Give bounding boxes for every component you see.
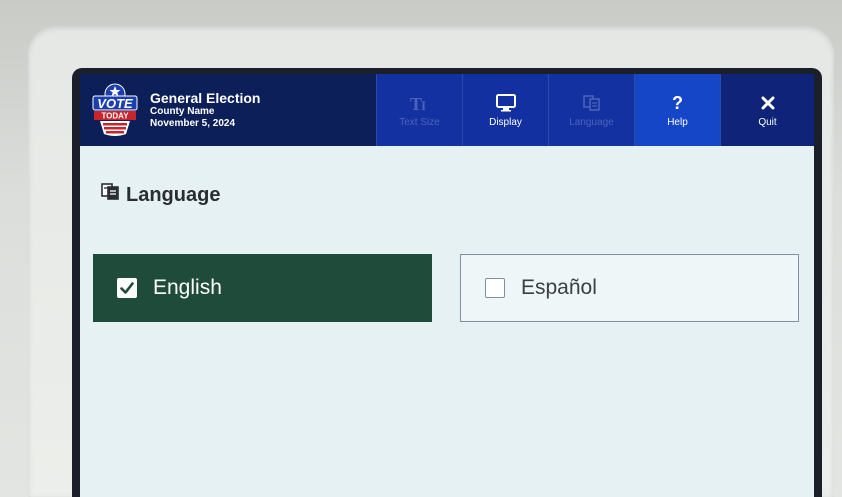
display-button[interactable]: Display (462, 74, 548, 146)
screen: VOTE TODAY General Election County Name … (80, 74, 814, 497)
language-option-english[interactable]: English (93, 254, 432, 322)
svg-text:VOTE: VOTE (97, 96, 133, 111)
text-size-button[interactable]: T I Text Size (376, 74, 462, 146)
help-label: Help (667, 117, 688, 128)
help-button[interactable]: ? Help (634, 74, 720, 146)
content-area: Language English Español (80, 146, 814, 497)
espanol-checkbox[interactable] (485, 278, 505, 298)
language-button[interactable]: Language (548, 74, 634, 146)
espanol-label: Español (521, 276, 597, 299)
language-option-espanol[interactable]: Español (460, 254, 799, 322)
language-icon (581, 92, 603, 114)
text-size-icon: T I (409, 92, 431, 114)
quit-button[interactable]: Quit (720, 74, 814, 146)
question-icon: ? (672, 92, 683, 113)
election-info: General Election County Name November 5,… (150, 89, 261, 130)
svg-text:I: I (421, 98, 426, 113)
page-title: Language (100, 182, 220, 208)
text-size-label: Text Size (399, 117, 440, 128)
checkmark-icon (120, 282, 134, 294)
brand: VOTE TODAY General Election County Name … (80, 74, 376, 146)
monitor-icon (495, 92, 517, 114)
county-name: County Name (150, 105, 215, 117)
svg-text:TODAY: TODAY (101, 112, 129, 121)
english-checkbox[interactable] (117, 278, 137, 298)
quit-label: Quit (758, 117, 777, 128)
vote-today-logo: VOTE TODAY (90, 82, 140, 138)
english-label: English (153, 276, 222, 299)
election-date: November 5, 2024 (150, 117, 236, 129)
language-label: Language (569, 117, 614, 128)
election-title: General Election (150, 89, 261, 106)
header-bar: VOTE TODAY General Election County Name … (80, 74, 814, 146)
toolbar: T I Text Size Display Language ? Help Qu… (376, 74, 814, 146)
page-title-text: Language (126, 183, 221, 206)
display-label: Display (489, 117, 522, 128)
close-icon (760, 92, 776, 114)
screen-frame: VOTE TODAY General Election County Name … (72, 68, 822, 497)
language-icon (100, 182, 122, 208)
